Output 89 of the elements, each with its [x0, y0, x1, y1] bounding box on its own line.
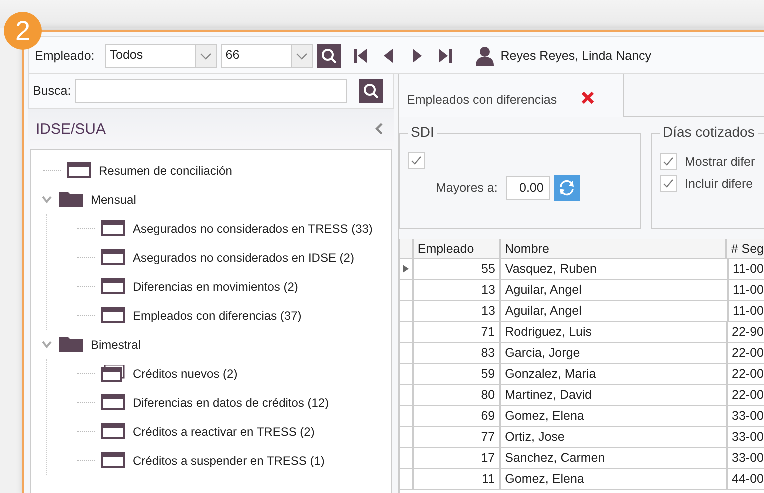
search-label: Busca:: [33, 84, 72, 98]
table-cell: Ortiz, Jose: [501, 427, 728, 447]
first-icon[interactable]: [352, 47, 369, 65]
table-cell: Gomez, Elena: [501, 469, 728, 489]
window-icon: [101, 394, 125, 411]
checkbox[interactable]: [660, 175, 677, 192]
table-cell: Vasquez, Ruben: [501, 259, 729, 279]
table-cell-text: 33-00: [731, 429, 764, 446]
checkbox-label: Incluir difere: [685, 176, 754, 190]
window-icon: [101, 220, 125, 237]
table-cell-text: 11-00: [732, 303, 764, 320]
window-icon: [101, 423, 125, 440]
window-icon: [101, 278, 125, 295]
dropdown[interactable]: 66: [220, 44, 313, 68]
search-icon: [362, 82, 380, 100]
tree-item[interactable]: Diferencias en movimientos (2): [133, 280, 298, 294]
refresh-button[interactable]: [554, 175, 580, 201]
table-cell: 59: [414, 364, 502, 384]
table-cell: Rodriguez, Luis: [501, 322, 728, 342]
table-cell: Gonzalez, Maria: [501, 364, 728, 384]
search-button[interactable]: [359, 79, 384, 103]
window-icon: [67, 162, 91, 179]
tree-item[interactable]: Mensual: [91, 192, 136, 206]
table-cell: Martinez, David: [501, 385, 728, 405]
table-cell: 71: [414, 322, 502, 342]
tab[interactable]: Empleados con diferencias: [398, 74, 624, 117]
employee-name: Reyes Reyes, Linda Nancy: [500, 49, 652, 63]
table-cell-text: 33-00: [731, 408, 764, 425]
close-icon[interactable]: [581, 91, 596, 105]
tree-item[interactable]: Resumen de conciliación: [99, 164, 232, 178]
last-icon[interactable]: [436, 47, 453, 65]
collapse-icon[interactable]: [374, 122, 384, 136]
table-cell: 83: [414, 343, 502, 363]
group-title: SDI: [408, 124, 438, 140]
table-cell-text: 22-90: [731, 324, 764, 341]
tree-item[interactable]: Asegurados no considerados en TRESS (33): [133, 222, 373, 236]
table-cell-text: 44-00: [731, 471, 764, 488]
table-cell-text: 11-00: [732, 282, 764, 299]
tree-item[interactable]: Créditos nuevos (2): [133, 366, 238, 380]
table-cell-text: 22-00: [731, 387, 764, 404]
table-cell: 17: [414, 448, 502, 468]
column-header[interactable]: # Seg: [727, 239, 764, 258]
tree-item[interactable]: Créditos a suspender en TRESS (1): [133, 454, 325, 468]
tree-item[interactable]: Bimestral: [91, 338, 142, 352]
tree-item[interactable]: Asegurados no considerados en IDSE (2): [133, 250, 354, 264]
expanded-icon[interactable]: [41, 194, 53, 204]
dropdown[interactable]: Todos: [104, 44, 217, 68]
checkbox[interactable]: [660, 153, 677, 170]
table-cell-text: 22-00: [731, 345, 764, 362]
window-icon: [101, 307, 125, 324]
table-cell-text: 11-00: [732, 261, 764, 278]
table-cell-text: 22-00: [731, 366, 764, 383]
table-cell: 13: [414, 301, 502, 321]
table-cell: Sanchez, Carmen: [501, 448, 728, 468]
table-cell: Garcia, Jorge: [501, 343, 728, 363]
window-icon: [101, 249, 125, 266]
search-icon: [320, 47, 338, 65]
checkbox-label: Mostrar difer: [685, 154, 756, 168]
table-cell: Gomez, Elena: [501, 406, 728, 426]
tree-item[interactable]: Empleados con diferencias (37): [133, 308, 302, 322]
table-cell: 13: [414, 280, 502, 300]
column-header[interactable]: Empleado: [414, 239, 501, 258]
table-cell: Aguilar, Angel: [501, 301, 729, 321]
number-field[interactable]: 0.00: [506, 176, 550, 200]
panel-title: IDSE/SUA: [36, 120, 106, 138]
column-header[interactable]: Nombre: [500, 239, 728, 258]
table-cell: 77: [414, 427, 502, 447]
tree-item[interactable]: Créditos a reactivar en TRESS (2): [133, 424, 315, 438]
search-field[interactable]: [75, 79, 348, 103]
group-title: Días cotizados: [660, 124, 758, 140]
stacked-windows-icon: [101, 365, 125, 382]
folder-icon: [59, 191, 83, 208]
table-cell: 11: [414, 469, 502, 489]
window-icon: [101, 452, 125, 469]
table-cell: 55: [414, 259, 502, 279]
person-icon: [474, 46, 495, 66]
field-label: Mayores a:: [436, 181, 498, 195]
table-cell: Aguilar, Angel: [501, 280, 729, 300]
tab-label[interactable]: Empleados con diferencias: [407, 92, 558, 106]
expanded-icon[interactable]: [41, 340, 53, 350]
table-cell-text: 33-00: [731, 450, 764, 467]
search-button[interactable]: [316, 44, 341, 68]
refresh-icon: [558, 179, 576, 197]
employee-label: Empleado:: [35, 49, 95, 63]
table-cell: 80: [414, 385, 502, 405]
tree-item[interactable]: Diferencias en datos de créditos (12): [133, 396, 330, 410]
checkbox[interactable]: [408, 152, 425, 169]
table-cell: 69: [414, 406, 502, 426]
folder-icon: [59, 336, 83, 353]
